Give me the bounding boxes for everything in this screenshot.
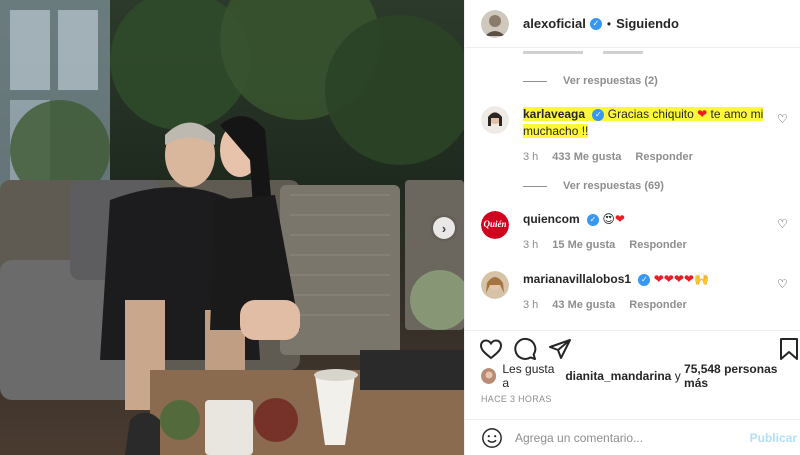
comment-time: 3 h: [523, 239, 539, 251]
comments-list[interactable]: Ver respuestas (2) karlaveaga ✓ Gracias …: [465, 48, 800, 328]
author-avatar[interactable]: [481, 9, 509, 38]
comment-meta: 3 h 15 Me gusta Responder: [523, 239, 687, 251]
post-header: alexoficial ✓ • Siguiendo: [465, 0, 800, 48]
comment-time: 3 h: [523, 299, 539, 311]
commenter-username[interactable]: quiencom: [523, 212, 580, 226]
post-time-ago[interactable]: HACE 3 HORAS: [481, 394, 552, 404]
likes-middle: y: [674, 369, 681, 383]
view-replies-toggle[interactable]: Ver respuestas (69): [523, 180, 664, 192]
comment-body: marianavillalobos1 ✓ ❤❤❤❤🙌: [523, 271, 768, 288]
separator-dot: •: [606, 16, 612, 31]
replies-line: [523, 80, 547, 82]
commenter-avatar[interactable]: [481, 271, 509, 299]
reply-button[interactable]: Responder: [629, 299, 686, 311]
likes-count[interactable]: 75,548 personas más: [684, 362, 800, 390]
next-photo-button[interactable]: ›: [433, 217, 455, 239]
verified-badge-icon: ✓: [638, 273, 651, 286]
red-heart-icon: ❤: [614, 212, 625, 226]
view-replies-toggle[interactable]: Ver respuestas (2): [523, 75, 658, 87]
comment-time: 3 h: [523, 151, 539, 163]
comment-input[interactable]: [515, 430, 735, 445]
comment-bubble-icon[interactable]: [513, 337, 537, 361]
reply-button[interactable]: Responder: [635, 151, 692, 163]
replies-line: [523, 185, 547, 187]
comment-likes[interactable]: 15 Me gusta: [552, 239, 615, 251]
liker-username[interactable]: dianita_mandarina: [565, 369, 671, 383]
share-send-icon[interactable]: [548, 337, 572, 361]
follow-status-button[interactable]: Siguiendo: [616, 16, 679, 31]
commenter-username[interactable]: marianavillalobos1: [523, 272, 631, 286]
add-comment-bar: Publicar: [465, 419, 800, 455]
author-username[interactable]: alexoficial: [523, 16, 586, 31]
comment-body: quiencom ✓ 😍❤: [523, 211, 768, 228]
photo-illustration: [0, 0, 464, 455]
commenter-username[interactable]: karlaveaga: [523, 107, 585, 121]
post-photo[interactable]: ›: [0, 0, 464, 455]
heart-eyes-emoji-icon: 😍: [602, 212, 615, 226]
chevron-right-icon: ›: [441, 220, 447, 236]
comment-item: karlaveaga ✓ Gracias chiquito ❤ te amo m…: [481, 106, 791, 166]
like-comment-heart-icon[interactable]: ♡: [777, 277, 788, 291]
post-actions: [465, 330, 800, 366]
comment-likes[interactable]: 43 Me gusta: [552, 299, 615, 311]
comment-body: karlaveaga ✓ Gracias chiquito ❤ te amo m…: [523, 106, 768, 140]
commenter-avatar[interactable]: Quién: [481, 211, 509, 239]
red-heart-icon: ❤: [697, 107, 708, 121]
comment-item: marianavillalobos1 ✓ ❤❤❤❤🙌 3 h 43 Me gus…: [481, 271, 791, 316]
like-heart-icon[interactable]: [479, 337, 503, 361]
likes-summary[interactable]: Les gusta a dianita_mandarina y 75,548 p…: [481, 362, 800, 390]
liker-avatar[interactable]: [481, 368, 497, 384]
view-replies-label: Ver respuestas (69): [563, 180, 664, 192]
comment-text-part1: Gracias chiquito: [607, 107, 694, 121]
verified-badge-icon: ✓: [587, 213, 600, 226]
reply-button[interactable]: Responder: [629, 239, 686, 251]
quien-logo-text: Quién: [483, 219, 507, 229]
comment-item: Quién quiencom ✓ 😍❤ 3 h 15 Me gusta Resp…: [481, 211, 791, 256]
clipped-comment-fragment: [523, 48, 723, 56]
post-panel: alexoficial ✓ • Siguiendo Ver respuestas…: [464, 0, 800, 455]
publish-button[interactable]: Publicar: [750, 431, 797, 445]
verified-badge-icon: ✓: [589, 17, 602, 30]
raising-hands-emoji-icon: 🙌: [693, 272, 709, 286]
bookmark-save-icon[interactable]: [777, 337, 800, 361]
view-replies-label: Ver respuestas (2): [563, 75, 658, 87]
like-comment-heart-icon[interactable]: ♡: [777, 112, 788, 126]
commenter-avatar[interactable]: [481, 106, 509, 134]
comment-meta: 3 h 433 Me gusta Responder: [523, 151, 693, 163]
likes-prefix: Les gusta a: [502, 362, 555, 390]
comment-likes[interactable]: 433 Me gusta: [552, 151, 621, 163]
red-heart-icon: ❤❤❤❤: [653, 272, 694, 286]
emoji-picker-icon[interactable]: [481, 427, 503, 449]
verified-badge-icon: ✓: [592, 108, 605, 121]
like-comment-heart-icon[interactable]: ♡: [777, 217, 788, 231]
highlighted-comment: karlaveaga ✓ Gracias chiquito ❤ te amo m…: [523, 107, 764, 138]
comment-meta: 3 h 43 Me gusta Responder: [523, 299, 687, 311]
